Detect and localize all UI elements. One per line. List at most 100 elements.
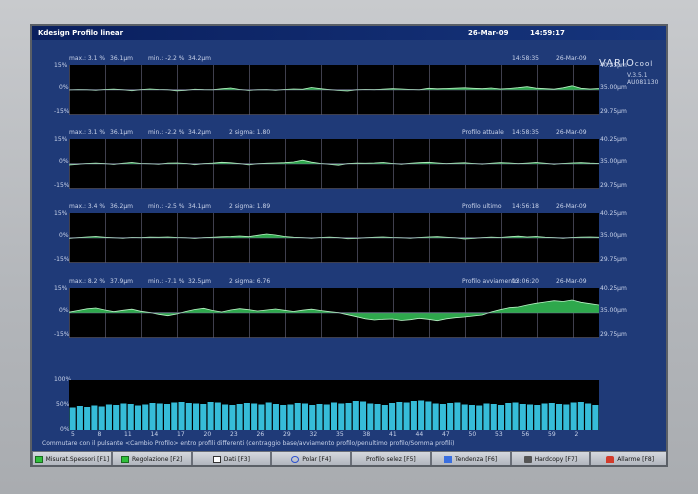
- bar: [280, 405, 287, 430]
- min-percent: min.: -2.2 %: [148, 55, 185, 62]
- max-thickness: 36.1μm: [110, 129, 134, 136]
- y-axis-top: 15%: [54, 210, 68, 217]
- right-axis-top: 40.25μm: [600, 210, 627, 217]
- profile-name: Profilo avviamento: [462, 278, 519, 285]
- bar: [425, 401, 432, 430]
- bar: [367, 403, 374, 430]
- bar-x-label: 26: [256, 431, 265, 438]
- bar: [483, 403, 490, 430]
- bar-x-label: 2: [574, 431, 579, 438]
- profile-plot: [69, 288, 599, 338]
- bar: [410, 401, 417, 430]
- profile-plot: [69, 139, 599, 189]
- bar-x-label: 8: [97, 431, 102, 438]
- bar: [323, 404, 330, 430]
- fkey-button-1[interactable]: Misurat.Spessori [F1]: [32, 451, 112, 465]
- right-axis-bot: 29.75μm: [600, 331, 627, 338]
- bar: [352, 401, 359, 430]
- bar: [163, 404, 171, 430]
- bar: [120, 403, 127, 430]
- two-sigma: 2 sigma: 1.89: [229, 203, 271, 210]
- bar: [272, 404, 279, 430]
- fkey-button-7[interactable]: Hardcopy [F7]: [510, 451, 591, 465]
- bar-x-label: 11: [124, 431, 132, 438]
- bar: [156, 403, 163, 430]
- bar: [548, 403, 555, 430]
- max-thickness: 36.2μm: [110, 203, 134, 210]
- green-square-icon: [34, 455, 43, 463]
- y-axis-bot: -15%: [54, 182, 70, 189]
- profile-line: [69, 159, 599, 166]
- bar: [134, 405, 141, 430]
- min-thickness: 32.5μm: [188, 278, 212, 285]
- bar-x-label: 29: [283, 431, 291, 438]
- bar: [512, 402, 519, 430]
- bar: [316, 404, 323, 430]
- bar-x-label: 38: [362, 431, 371, 438]
- bar: [243, 403, 250, 430]
- bar: [229, 405, 236, 430]
- bar: [258, 404, 265, 430]
- min-thickness: 34.2μm: [188, 55, 212, 62]
- bar-x-label: 17: [177, 431, 185, 438]
- bar: [389, 403, 396, 430]
- fkey-label: Polar [F4]: [302, 455, 331, 463]
- bar: [592, 405, 599, 430]
- bar: [585, 403, 592, 430]
- bar-x-label: 44: [415, 431, 424, 438]
- trend-icon: [444, 455, 453, 463]
- fkey-label: Misurat.Spessori [F1]: [45, 455, 110, 463]
- bar-x-label: 20: [203, 431, 212, 438]
- bar: [294, 403, 301, 430]
- bar: [301, 403, 308, 430]
- profile-name: Profilo ultimo: [462, 203, 502, 210]
- version-label: V.3.5.1: [627, 72, 648, 79]
- bar: [171, 402, 178, 430]
- bar: [200, 404, 207, 430]
- application-window: Kdesign Profilo linear 26-Mar-09 14:59:1…: [30, 24, 668, 467]
- bar: [541, 403, 548, 430]
- min-percent: min.: -2.2 %: [148, 129, 185, 136]
- max-percent: max.: 3.1 %: [69, 55, 106, 62]
- right-axis-top: 40.25μm: [600, 62, 627, 69]
- bar: [519, 404, 526, 430]
- bar: [461, 404, 468, 430]
- right-axis-mid: 35.00μm: [600, 232, 627, 239]
- fkey-button-8[interactable]: Allarme [F8]: [590, 451, 666, 465]
- min-percent: min.: -2.5 %: [148, 203, 185, 210]
- fkey-button-5[interactable]: Profilo selez [F5]: [351, 451, 431, 465]
- right-axis-bot: 29.75μm: [600, 108, 627, 115]
- fkey-button-3[interactable]: Dati [F3]: [191, 451, 272, 465]
- y-axis-top: 15%: [54, 136, 68, 143]
- y-axis-bot: -15%: [54, 108, 70, 115]
- bar: [563, 404, 570, 430]
- bar-x-label: 47: [442, 431, 450, 438]
- bar-x-label: 53: [495, 431, 503, 438]
- bar: [207, 402, 214, 430]
- profile-time: 14:58:35: [512, 129, 539, 136]
- bar: [345, 403, 352, 430]
- bar: [98, 406, 105, 430]
- bar: [577, 402, 584, 430]
- bar: [142, 404, 149, 430]
- profile-plot: [69, 213, 599, 263]
- bar: [360, 401, 367, 430]
- window-date: 26-Mar-09: [468, 29, 509, 37]
- max-percent: max.: 3.1 %: [69, 129, 106, 136]
- fkey-label: Hardcopy [F7]: [534, 455, 578, 463]
- right-axis-mid: 35.00μm: [600, 84, 627, 91]
- fkey-button-4[interactable]: Polar [F4]: [271, 451, 351, 465]
- printer-icon: [523, 455, 532, 463]
- right-axis-bot: 29.75μm: [600, 256, 627, 263]
- bar: [527, 404, 534, 430]
- y-axis-mid: 0%: [59, 232, 69, 239]
- bar-x-label: 32: [309, 431, 318, 438]
- y-axis-bot: -15%: [54, 331, 70, 338]
- bar: [76, 406, 83, 430]
- min-percent: min.: -7.1 %: [148, 278, 185, 285]
- fkey-button-6[interactable]: Tendenza [F6]: [430, 451, 511, 465]
- bar: [432, 403, 439, 430]
- profile-time: 14:58:35: [512, 55, 539, 62]
- right-axis-top: 40.25μm: [600, 136, 627, 143]
- fkey-button-2[interactable]: Regolazione [F2]: [111, 451, 192, 465]
